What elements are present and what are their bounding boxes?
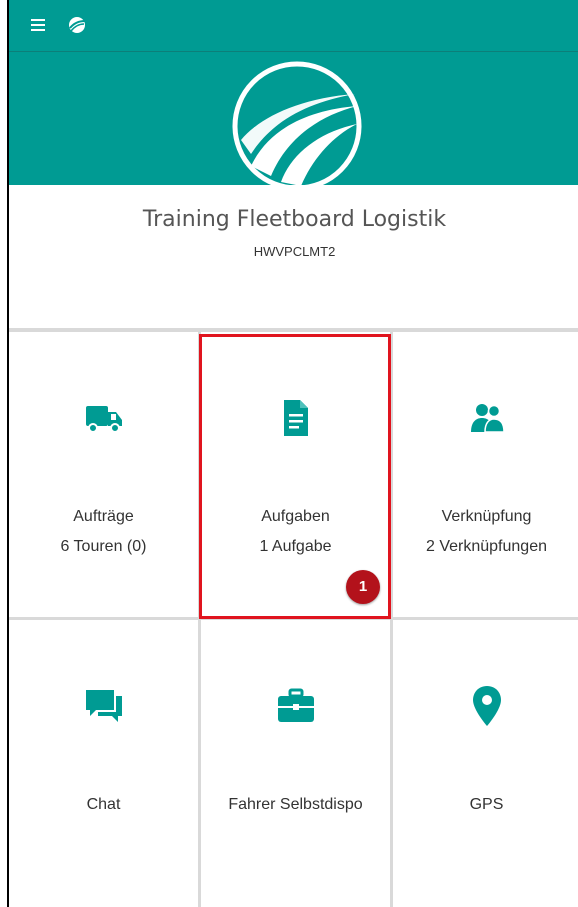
app-window: Training Fleetboard Logistik HWVPCLMT2 A… <box>7 0 578 907</box>
tile-label: Fahrer Selbstdispo <box>228 796 363 813</box>
tile-label: Chat <box>86 796 121 813</box>
vehicle-id: HWVPCLMT2 <box>253 244 336 259</box>
tile-gps[interactable]: GPS <box>393 620 578 907</box>
tile-chat[interactable]: Chat <box>9 620 198 907</box>
app-bar <box>9 0 578 52</box>
menu-grid: Aufträge 6 Touren (0) Aufgaben 1 Aufgabe… <box>9 332 578 907</box>
hamburger-menu-icon[interactable] <box>31 19 47 33</box>
annotation-badge: 1 <box>346 570 380 604</box>
grid-divider <box>9 617 578 620</box>
fleetboard-logo-icon <box>232 61 362 191</box>
company-title: Training Fleetboard Logistik <box>142 207 447 232</box>
truck-icon <box>85 406 122 433</box>
tile-label: Aufträge <box>73 508 134 525</box>
people-icon <box>470 404 505 433</box>
tile-sublabel: 6 Touren (0) <box>60 538 147 555</box>
tile-label: Aufgaben <box>261 508 330 525</box>
tile-fahrer-selbstdispo[interactable]: Fahrer Selbstdispo <box>201 620 390 907</box>
location-pin-icon <box>472 686 501 726</box>
tile-label: Verknüpfung <box>441 508 532 525</box>
document-icon <box>283 400 308 436</box>
tile-sublabel: 1 Aufgabe <box>259 538 332 555</box>
tile-auftraege[interactable]: Aufträge 6 Touren (0) <box>9 332 198 617</box>
briefcase-icon <box>277 688 314 722</box>
tile-sublabel: 2 Verknüpfungen <box>426 538 547 555</box>
chat-icon <box>85 690 122 722</box>
tile-verknuepfung[interactable]: Verknüpfung 2 Verknüpfungen <box>393 332 578 617</box>
app-logo-icon[interactable] <box>67 15 87 35</box>
tile-label: GPS <box>469 796 504 813</box>
